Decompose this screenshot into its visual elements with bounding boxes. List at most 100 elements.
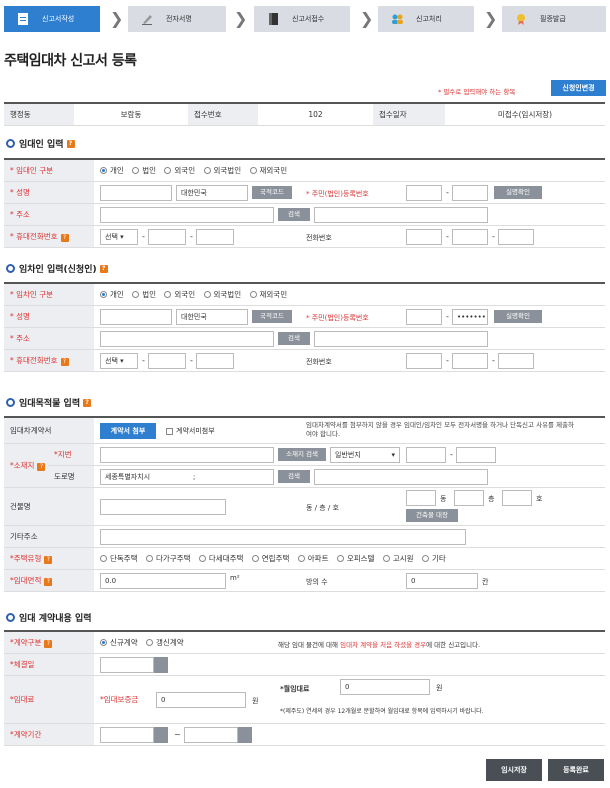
- no-attach-checkbox[interactable]: [166, 427, 173, 435]
- dong-input[interactable]: [406, 489, 436, 506]
- calendar-icon[interactable]: [154, 726, 168, 743]
- help-icon[interactable]: ?: [99, 264, 108, 273]
- info-label: 접수번호: [188, 103, 258, 126]
- mobile-last-input[interactable]: [196, 228, 234, 245]
- radio-individual[interactable]: [100, 167, 107, 175]
- nationality-input[interactable]: 대한민국: [176, 308, 248, 325]
- rrn-front-input[interactable]: [406, 308, 442, 325]
- address-input[interactable]: [100, 206, 274, 223]
- radio-foreigner[interactable]: [164, 291, 172, 299]
- calendar-icon[interactable]: [154, 656, 168, 673]
- submit-button[interactable]: 등록완료: [548, 759, 604, 781]
- radio-officetel[interactable]: [336, 555, 344, 562]
- radio-apartment[interactable]: [297, 555, 305, 562]
- rrn-back-input[interactable]: •••••••: [452, 308, 488, 325]
- mobile-prefix-select[interactable]: 선택 ▾: [100, 352, 138, 369]
- radio-corporation[interactable]: [132, 167, 140, 175]
- attach-contract-button[interactable]: 계약서 첨부: [100, 423, 156, 439]
- radio-foreign-corp[interactable]: [203, 291, 211, 299]
- radio-other[interactable]: [421, 555, 429, 562]
- step-label: 신고서접수: [292, 15, 325, 23]
- step-sign[interactable]: 전자서명: [128, 6, 226, 32]
- step-write[interactable]: 신고서작성: [4, 6, 100, 32]
- phone-last-input[interactable]: [498, 352, 534, 369]
- checkbox-label: 계약서미첨부: [176, 427, 215, 435]
- address-detail-input[interactable]: [314, 330, 488, 347]
- help-icon[interactable]: ?: [44, 639, 53, 648]
- select-value: 선택: [105, 356, 118, 365]
- radio-overseas-korean[interactable]: [249, 167, 257, 175]
- building-register-button[interactable]: 건축물 대장: [406, 508, 458, 522]
- help-icon[interactable]: ?: [37, 462, 46, 471]
- change-applicant-button[interactable]: 신청인변경: [551, 80, 606, 96]
- period-end-input[interactable]: [184, 726, 238, 743]
- radio-row-house[interactable]: [251, 555, 259, 562]
- road-address-input[interactable]: 세종특별자치시;: [100, 468, 274, 485]
- mobile-prefix-select[interactable]: 선택 ▾: [100, 228, 138, 245]
- radio-foreign-corp[interactable]: [203, 167, 211, 175]
- radio-renewal[interactable]: [146, 639, 153, 647]
- monthly-rent-input[interactable]: 0: [340, 678, 430, 695]
- phone-mid-input[interactable]: [452, 352, 488, 369]
- verify-name-button[interactable]: 실명확인: [494, 309, 542, 323]
- rooms-input[interactable]: 0: [406, 572, 478, 589]
- help-icon[interactable]: ?: [60, 357, 69, 366]
- radio-detached[interactable]: [100, 555, 107, 562]
- area-input[interactable]: 0.0: [100, 572, 226, 589]
- step-label: 신고서작성: [42, 15, 75, 23]
- step-label: 전자서명: [166, 15, 192, 23]
- step-process[interactable]: 신고처리: [378, 6, 474, 32]
- help-icon[interactable]: ?: [66, 139, 75, 148]
- mobile-mid-input[interactable]: [148, 228, 186, 245]
- nationality-code-button[interactable]: 국적코드: [252, 309, 292, 323]
- radio-new-contract[interactable]: [100, 639, 107, 647]
- verify-name-button[interactable]: 실명확인: [494, 185, 542, 199]
- extra-address-input[interactable]: [100, 528, 466, 545]
- phone-area-input[interactable]: [406, 352, 442, 369]
- road-detail-input[interactable]: [314, 468, 488, 485]
- help-icon[interactable]: ?: [60, 233, 69, 242]
- address-detail-input[interactable]: [314, 206, 488, 223]
- step-receive[interactable]: 신고서접수: [254, 6, 350, 32]
- help-icon[interactable]: ?: [44, 555, 53, 564]
- phone-area-input[interactable]: [406, 228, 442, 245]
- period-start-input[interactable]: [100, 726, 154, 743]
- radio-foreigner[interactable]: [164, 167, 172, 175]
- nationality-input[interactable]: 대한민국: [176, 184, 248, 201]
- phone-last-input[interactable]: [498, 228, 534, 245]
- deposit-input[interactable]: 0: [156, 691, 246, 708]
- ho-input[interactable]: [502, 489, 532, 506]
- road-search-button[interactable]: 검색: [278, 469, 310, 483]
- jibun-input[interactable]: [100, 446, 274, 463]
- radio-overseas-korean[interactable]: [249, 291, 257, 299]
- help-icon[interactable]: ?: [44, 577, 53, 586]
- phone-mid-input[interactable]: [452, 228, 488, 245]
- mobile-mid-input[interactable]: [148, 352, 186, 369]
- radio-multi-family[interactable]: [146, 555, 153, 562]
- radio-individual[interactable]: [100, 291, 107, 299]
- radio-multiplex[interactable]: [198, 555, 206, 562]
- radio-gosiwon[interactable]: [382, 555, 390, 562]
- floor-input[interactable]: [454, 489, 484, 506]
- calendar-icon[interactable]: [238, 726, 252, 743]
- property-section-title: 임대목적물 입력?: [6, 396, 92, 409]
- nationality-code-button[interactable]: 국적코드: [252, 185, 292, 199]
- jibun-type-select[interactable]: 일반번지 ▾: [330, 446, 400, 463]
- address-input[interactable]: [100, 330, 274, 347]
- rrn-back-input[interactable]: [452, 184, 488, 201]
- step-issue[interactable]: 필증발급: [502, 6, 606, 32]
- radio-corporation[interactable]: [132, 291, 140, 299]
- jibun-sub-input[interactable]: [456, 446, 496, 463]
- location-search-button[interactable]: 소재지 검색: [278, 447, 326, 461]
- help-icon[interactable]: ?: [83, 398, 92, 407]
- mobile-last-input[interactable]: [196, 352, 234, 369]
- rrn-front-input[interactable]: [406, 184, 442, 201]
- signing-date-input[interactable]: [100, 656, 154, 673]
- building-name-input[interactable]: [100, 498, 226, 515]
- name-input[interactable]: [100, 308, 172, 325]
- address-search-button[interactable]: 검색: [278, 331, 310, 345]
- address-search-button[interactable]: 검색: [278, 207, 310, 221]
- name-input[interactable]: [100, 184, 172, 201]
- temp-save-button[interactable]: 임시저장: [486, 759, 542, 781]
- jibun-main-input[interactable]: [406, 446, 446, 463]
